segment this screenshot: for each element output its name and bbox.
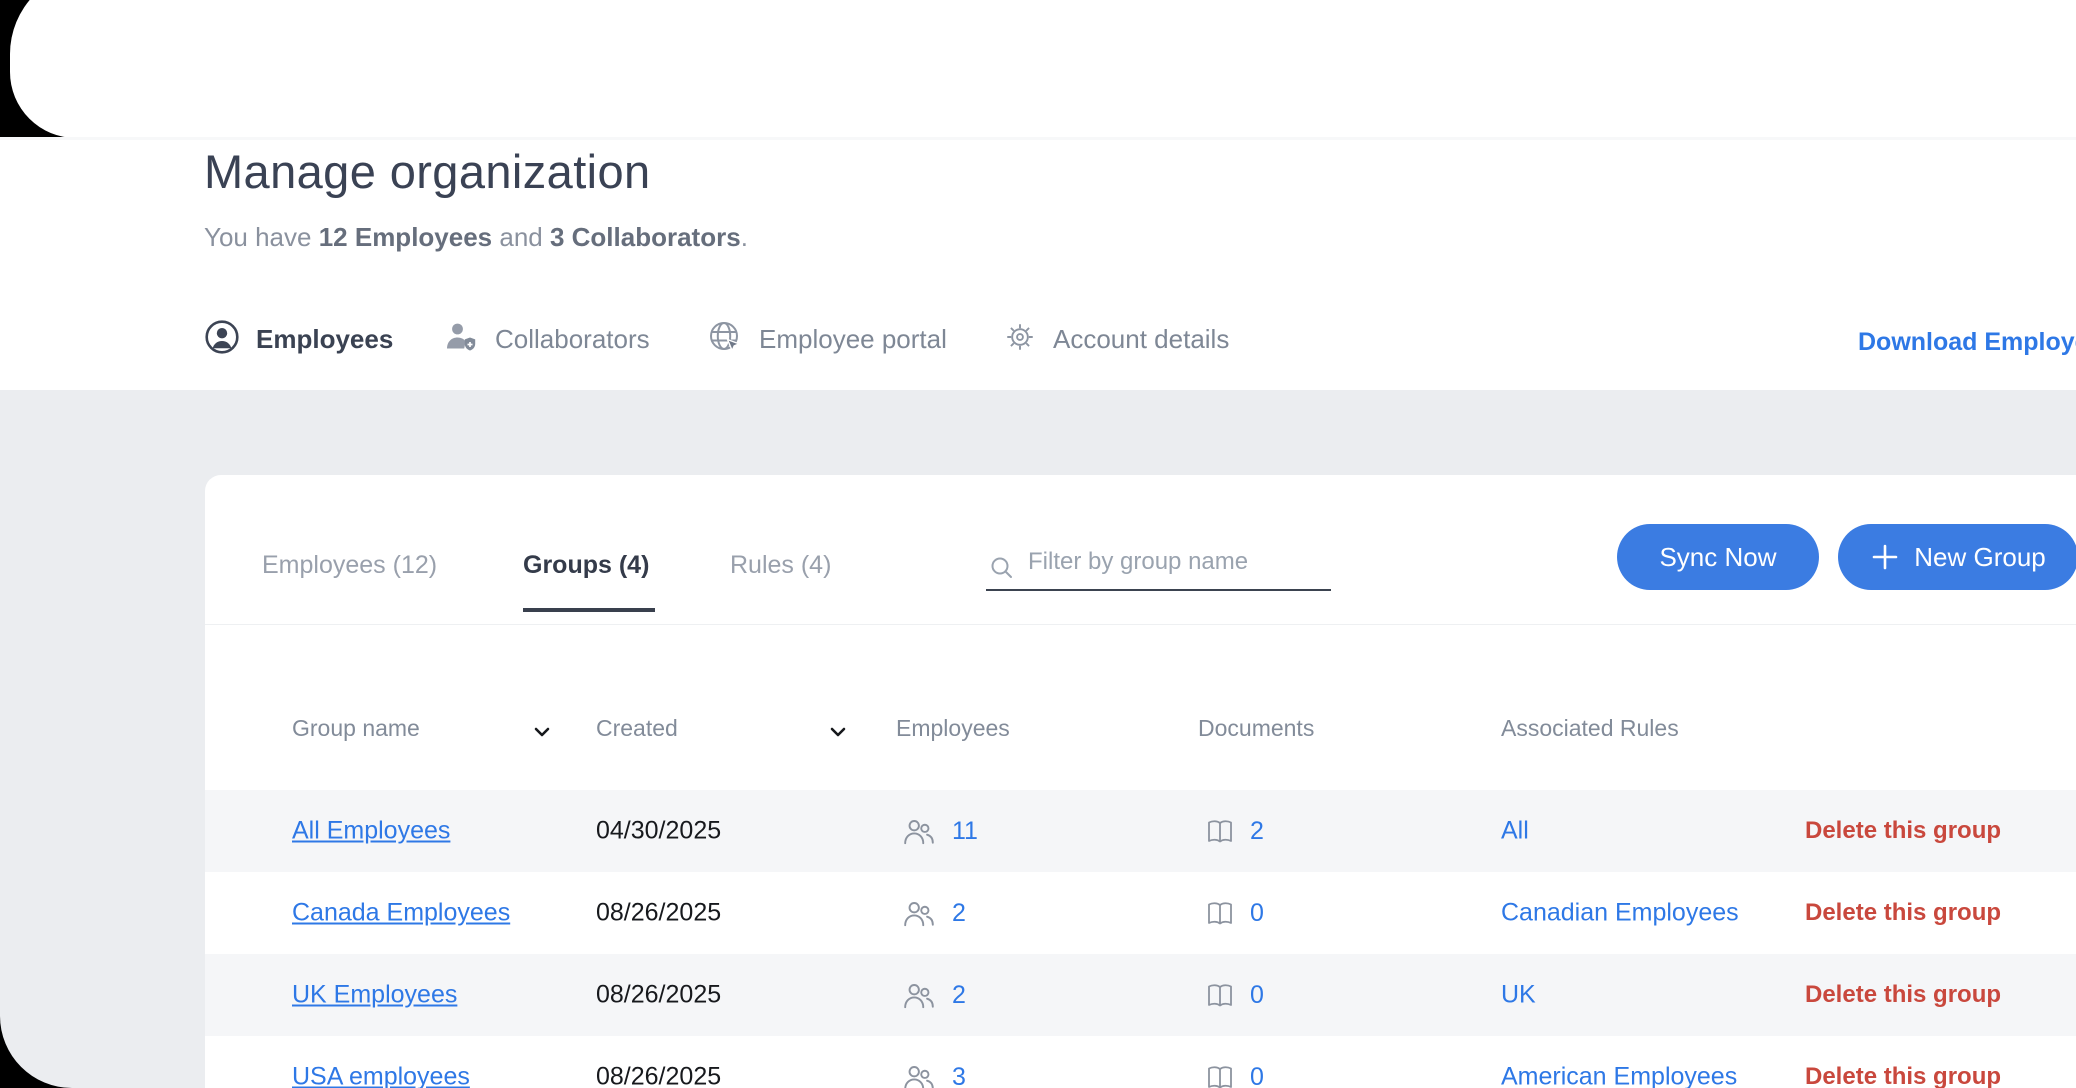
groups-table: All Employees 04/30/2025 11 xyxy=(205,790,2076,1088)
plus-icon xyxy=(1870,542,1900,572)
table-row: All Employees 04/30/2025 11 xyxy=(205,790,2076,872)
group-name-link[interactable]: UK Employees xyxy=(292,981,457,1009)
collaborator-count-text: 3 Collaborators xyxy=(550,222,741,252)
associated-rule-link[interactable]: Canadian Employees xyxy=(1501,899,1739,927)
new-group-button[interactable]: New Group xyxy=(1838,524,2076,590)
download-employees-link[interactable]: Download Employee xyxy=(1858,328,2076,357)
column-header-group-name: Group name xyxy=(292,715,420,742)
tab-collaborators[interactable]: Collaborators xyxy=(443,315,650,363)
group-name-link[interactable]: USA employees xyxy=(292,1063,470,1088)
associated-rule-link[interactable]: All xyxy=(1501,817,1529,845)
person-circle-icon xyxy=(204,319,240,360)
tab-account-details[interactable]: Account details xyxy=(1003,315,1229,363)
document-count[interactable]: 0 xyxy=(1250,1063,1264,1088)
users-icon xyxy=(902,898,936,928)
employee-count[interactable]: 11 xyxy=(952,817,978,846)
table-row: Canada Employees 08/26/2025 2 xyxy=(205,872,2076,954)
book-icon xyxy=(1204,980,1236,1010)
column-header-employees: Employees xyxy=(896,715,1010,742)
card-tab-rules[interactable]: Rules (4) xyxy=(730,551,831,580)
employee-count[interactable]: 3 xyxy=(952,1063,966,1088)
search-icon xyxy=(988,554,1016,582)
created-date: 08/26/2025 xyxy=(596,981,721,1010)
delete-group-button[interactable]: Delete this group xyxy=(1805,899,2001,927)
tab-employees[interactable]: Employees xyxy=(204,315,393,363)
tab-employee-portal-label: Employee portal xyxy=(759,324,947,355)
top-header-pill xyxy=(10,0,2076,138)
tab-collaborators-label: Collaborators xyxy=(495,324,650,355)
tab-employee-portal[interactable]: Employee portal xyxy=(707,315,947,363)
content-background: Employees (12) Groups (4) Rules (4) Sync… xyxy=(0,390,2076,1088)
created-date: 08/26/2025 xyxy=(596,899,721,928)
card-tab-employees[interactable]: Employees (12) xyxy=(262,551,437,580)
employee-count[interactable]: 2 xyxy=(952,899,966,928)
card-tab-groups[interactable]: Groups (4) xyxy=(523,551,649,580)
delete-group-button[interactable]: Delete this group xyxy=(1805,981,2001,1009)
created-date: 08/26/2025 xyxy=(596,1063,721,1088)
tab-employees-label: Employees xyxy=(256,324,393,355)
column-header-documents: Documents xyxy=(1198,715,1314,742)
book-icon xyxy=(1204,898,1236,928)
person-shield-icon xyxy=(443,319,479,360)
users-icon xyxy=(902,980,936,1010)
group-name-link[interactable]: Canada Employees xyxy=(292,899,510,927)
app-window: Manage organization You have 12 Employee… xyxy=(0,0,2076,1088)
created-date: 04/30/2025 xyxy=(596,817,721,846)
globe-icon xyxy=(707,319,743,360)
card-divider xyxy=(205,624,2076,625)
sort-chevron-down-icon[interactable] xyxy=(827,721,849,748)
gear-icon xyxy=(1003,320,1037,359)
active-card-tab-underline xyxy=(523,608,655,612)
column-header-created: Created xyxy=(596,715,678,742)
book-icon xyxy=(1204,816,1236,846)
sort-chevron-down-icon[interactable] xyxy=(531,721,553,748)
org-summary: You have 12 Employees and 3 Collaborator… xyxy=(204,222,748,253)
table-row: UK Employees 08/26/2025 2 xyxy=(205,954,2076,1036)
group-filter-input[interactable] xyxy=(1026,547,1330,577)
group-name-link[interactable]: All Employees xyxy=(292,817,450,845)
group-filter-field xyxy=(986,545,1331,591)
users-icon xyxy=(902,816,936,846)
column-header-associated-rules: Associated Rules xyxy=(1501,715,1679,742)
document-count[interactable]: 0 xyxy=(1250,981,1264,1010)
employee-count[interactable]: 2 xyxy=(952,981,966,1010)
table-row: USA employees 08/26/2025 3 xyxy=(205,1036,2076,1088)
org-summary-text: You have xyxy=(204,222,319,252)
delete-group-button[interactable]: Delete this group xyxy=(1805,1063,2001,1088)
employee-count-text: 12 Employees xyxy=(319,222,492,252)
delete-group-button[interactable]: Delete this group xyxy=(1805,817,2001,845)
tab-account-details-label: Account details xyxy=(1053,324,1229,355)
document-count[interactable]: 0 xyxy=(1250,899,1264,928)
users-icon xyxy=(902,1062,936,1088)
page-title: Manage organization xyxy=(204,144,651,199)
associated-rule-link[interactable]: American Employees xyxy=(1501,1063,1737,1088)
book-icon xyxy=(1204,1062,1236,1088)
content-card: Employees (12) Groups (4) Rules (4) Sync… xyxy=(205,475,2076,1088)
associated-rule-link[interactable]: UK xyxy=(1501,981,1536,1009)
document-count[interactable]: 2 xyxy=(1250,817,1264,846)
sync-now-button[interactable]: Sync Now xyxy=(1617,524,1819,590)
